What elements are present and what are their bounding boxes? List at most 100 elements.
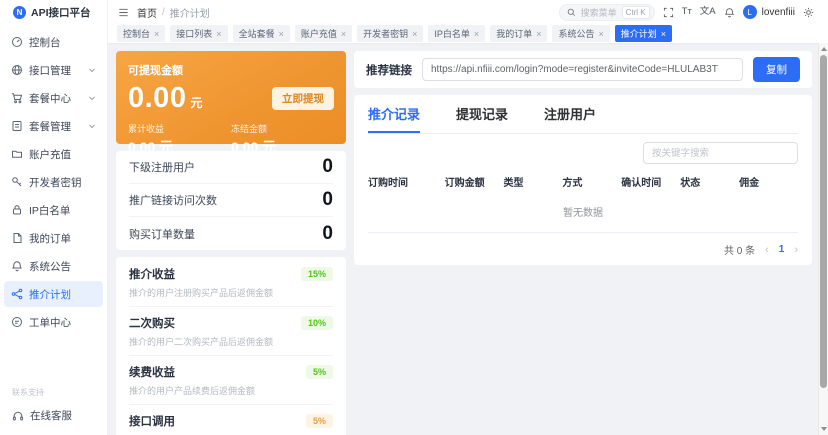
commission-item-renewal: 续费收益 5% 推介的用户产品续费后返佣金额 [129,356,333,405]
tab-close-icon[interactable]: × [154,29,159,39]
menu-search-button[interactable]: 搜索菜单 Ctrl K [559,4,655,21]
tab-console[interactable]: 控制台× [117,25,165,42]
tab-developer-key[interactable]: 开发者密钥 × [357,25,423,42]
user-menu[interactable]: L lovenfiii [743,5,795,19]
commission-item-referral: 推介收益 15% 推介的用户注册购买产品后返佣金额 [129,258,333,307]
tab-close-icon[interactable]: × [341,29,346,39]
pagination-next-icon[interactable]: › [794,244,798,256]
username: lovenfiii [762,7,795,18]
table-header-row: 订购时间 订购金额 类型 方式 确认时间 状态 佣金 [368,166,798,198]
cart-icon [11,92,23,104]
sidebar-item-ip-whitelist[interactable]: IP白名单 [4,197,103,223]
sidebar-item-package-center[interactable]: 套餐中心 [4,85,103,111]
withdrawable-title: 可提现金额 [128,62,334,78]
sidebar-item-label: 工单中心 [29,315,71,330]
online-service-button[interactable]: 在线客服 [12,408,95,423]
sidebar-item-api-management[interactable]: 接口管理 [4,57,103,83]
sidebar-item-recharge[interactable]: 账户充值 [4,141,103,167]
withdraw-now-button[interactable]: 立即提现 [272,87,334,110]
frozen-amount-value: 0.00 元 [231,137,334,157]
scroll-up-arrow[interactable] [819,44,828,54]
tab-close-icon[interactable]: × [279,29,284,39]
chevron-down-icon [88,122,96,130]
tab-close-icon[interactable]: × [216,29,221,39]
sidebar-item-label: 推介计划 [29,287,71,302]
column-status: 状态 [680,174,739,189]
scrollbar-thumb[interactable] [820,55,827,388]
commission-title: 续费收益 [129,364,175,380]
sidebar-item-label: 控制台 [29,35,61,50]
column-type: 类型 [503,174,562,189]
breadcrumb: 首页 / 推介计划 [137,5,210,20]
commission-rate-badge: 10% [301,316,333,330]
logo-icon: N [13,6,26,19]
sidebar-item-announcements[interactable]: 系统公告 [4,253,103,279]
sidebar-item-console[interactable]: 控制台 [4,29,103,55]
sidebar-item-developer-key[interactable]: 开发者密钥 [4,169,103,195]
sidebar-item-package-management[interactable]: 套餐管理 [4,113,103,139]
keyword-search-input[interactable] [643,142,798,164]
tab-close-icon[interactable]: × [474,29,479,39]
tab-site-packages[interactable]: 全站套餐 × [233,25,290,42]
font-size-icon[interactable]: Tт [682,7,692,17]
locale-icon[interactable]: 文A [700,7,716,17]
withdrawable-unit: 元 [190,94,202,111]
pagination-prev-icon[interactable]: ‹ [765,244,769,256]
tab-close-icon[interactable]: × [536,29,541,39]
cumulative-earnings-label: 累计收益 [128,122,231,135]
recharge-icon [11,148,23,160]
app-logo[interactable]: N API接口平台 [0,0,107,25]
dashboard-icon [11,36,23,48]
tab-label: 接口列表 [176,27,212,40]
commission-rates-card: 推介收益 15% 推介的用户注册购买产品后返佣金额 二次购买 10% 推介的用户… [116,257,346,435]
notification-bell-icon[interactable] [724,7,735,18]
records-card: 推介记录 提现记录 注册用户 订购时间 订购金额 类型 方式 确认时间 状态 佣… [354,95,812,265]
tab-announcements[interactable]: 系统公告× [552,25,609,42]
gear-icon[interactable] [803,7,814,18]
package-icon [11,120,23,132]
chevron-down-icon [88,66,96,74]
sidebar-item-label: 套餐管理 [29,119,71,134]
top-header: 首页 / 推介计划 搜索菜单 Ctrl K Tт 文A L lovenfiii [108,0,828,24]
referral-link-input[interactable] [422,58,743,81]
sidebar: N API接口平台 控制台 接口管理 套餐中心 套餐管理 账户充值 [0,0,108,435]
column-confirm-time: 确认时间 [621,174,680,189]
tab-api-list[interactable]: 接口列表 × [170,25,227,42]
tab-label: 全站套餐 [239,27,275,40]
tab-close-icon[interactable]: × [598,29,603,39]
stat-label: 购买订单数量 [129,226,195,242]
app-title: API接口平台 [31,5,91,20]
tab-withdrawal-records[interactable]: 提现记录 [456,104,508,133]
sidebar-item-referral-plan[interactable]: 推介计划 [4,281,103,307]
announcement-icon [11,260,23,272]
copy-button[interactable]: 复制 [753,57,800,82]
tab-my-orders[interactable]: 我的订单× [490,25,547,42]
main-content: 可提现金额 0.00 元 立即提现 累计收益 0.00 元 冻结金额 0.00 … [108,43,818,435]
tab-label: 开发者密钥 [363,27,408,40]
cumulative-earnings-value: 0.00 元 [128,137,231,157]
fullscreen-icon[interactable] [663,7,674,18]
tab-close-icon[interactable]: × [661,29,666,39]
breadcrumb-current: 推介计划 [170,5,210,20]
order-icon [11,232,23,244]
column-commission: 佣金 [739,174,798,189]
tab-recharge[interactable]: 账户充值× [295,25,352,42]
tab-close-icon[interactable]: × [412,29,417,39]
commission-description: 推介的用户二次购买产品后返佣金额 [129,335,333,348]
tab-ip-whitelist[interactable]: IP白名单× [428,25,485,42]
sidebar-item-label: 账户充值 [29,147,71,162]
pagination-page-1[interactable]: 1 [779,244,785,255]
tab-registered-users[interactable]: 注册用户 [544,104,596,133]
tab-referral-plan[interactable]: 推介计划× [615,25,672,42]
sidebar-item-ticket-center[interactable]: 工单中心 [4,309,103,335]
tab-referral-records[interactable]: 推介记录 [368,104,420,133]
online-service-label: 在线客服 [30,408,72,423]
vertical-scrollbar[interactable] [818,43,828,435]
sidebar-item-my-orders[interactable]: 我的订单 [4,225,103,251]
search-icon [567,8,576,17]
headset-icon [12,410,24,422]
collapse-menu-icon[interactable] [118,7,129,18]
stat-label: 下级注册用户 [129,159,195,175]
scroll-down-arrow[interactable] [819,424,828,434]
breadcrumb-home[interactable]: 首页 [137,5,157,20]
